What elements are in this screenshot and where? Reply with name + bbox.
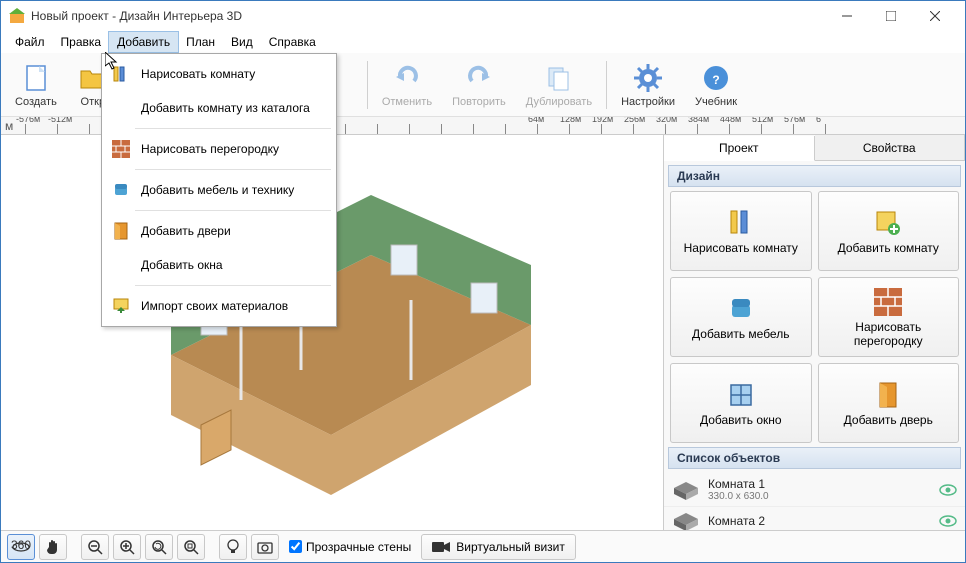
pan-button[interactable]	[39, 534, 67, 560]
add-door-button[interactable]: Добавить дверь	[818, 363, 960, 443]
brick-wall-icon	[872, 286, 904, 318]
menu-item-label: Импорт своих материалов	[141, 299, 288, 313]
toolbar-separator	[367, 61, 368, 109]
armchair-icon	[725, 293, 757, 325]
menubar: Файл Правка Добавить План Вид Справка	[1, 31, 965, 53]
transparent-walls-input[interactable]	[289, 540, 302, 553]
bottom-toolbar: 360 Прозрачные стены Виртуальный визит	[1, 530, 965, 562]
undo-button[interactable]: Отменить	[372, 58, 442, 112]
menu-help[interactable]: Справка	[261, 32, 324, 52]
menu-plan[interactable]: План	[178, 32, 223, 52]
tutorial-button[interactable]: ? Учебник	[685, 58, 747, 112]
minimize-button[interactable]	[825, 1, 869, 31]
hand-icon	[45, 539, 61, 555]
menu-item-add-windows[interactable]: Добавить окна	[105, 248, 333, 282]
menu-edit[interactable]: Правка	[53, 32, 110, 52]
rotate-360-icon: 360	[11, 539, 31, 555]
zoom-fit-icon	[183, 539, 199, 555]
menu-item-draw-partition[interactable]: Нарисовать перегородку	[105, 132, 333, 166]
menu-separator	[135, 210, 331, 211]
video-camera-icon	[432, 540, 450, 554]
zoom-in-button[interactable]	[113, 534, 141, 560]
toolbar-separator	[606, 61, 607, 109]
object-row[interactable]: Комната 2	[664, 507, 965, 530]
transparent-walls-checkbox[interactable]: Прозрачные стены	[289, 540, 411, 554]
menu-separator	[135, 128, 331, 129]
add-window-button[interactable]: Добавить окно	[670, 363, 812, 443]
lighting-button[interactable]	[219, 534, 247, 560]
draw-room-button[interactable]: Нарисовать комнату	[670, 191, 812, 271]
titlebar: Новый проект - Дизайн Интерьера 3D	[1, 1, 965, 31]
menu-separator	[135, 285, 331, 286]
menu-item-label: Нарисовать комнату	[141, 67, 255, 81]
duplicate-button[interactable]: Дублировать	[516, 58, 602, 112]
tab-project[interactable]: Проект	[664, 136, 815, 161]
door-icon	[111, 221, 131, 241]
lightbulb-icon	[226, 539, 240, 555]
zoom-out-button[interactable]	[81, 534, 109, 560]
duplicate-icon	[543, 62, 575, 94]
visibility-toggle-icon[interactable]	[939, 484, 957, 496]
pencil-ruler-icon	[111, 64, 131, 84]
add-room-button[interactable]: Добавить комнату	[818, 191, 960, 271]
window-title: Новый проект - Дизайн Интерьера 3D	[31, 9, 825, 23]
menu-item-add-room-catalog[interactable]: Добавить комнату из каталога	[105, 91, 333, 125]
redo-icon	[463, 62, 495, 94]
menu-item-import-materials[interactable]: Импорт своих материалов	[105, 289, 333, 323]
menu-add[interactable]: Добавить	[109, 32, 178, 52]
menu-view[interactable]: Вид	[223, 32, 261, 52]
zoom-out-icon	[87, 539, 103, 555]
room-3d-icon	[672, 480, 700, 500]
section-design-header: Дизайн	[668, 165, 961, 187]
help-icon: ?	[700, 62, 732, 94]
add-dropdown-menu: Нарисовать комнату Добавить комнату из к…	[101, 53, 337, 327]
menu-item-label: Добавить двери	[141, 224, 231, 238]
svg-text:?: ?	[712, 73, 719, 87]
menu-item-draw-room[interactable]: Нарисовать комнату	[105, 57, 333, 91]
create-button[interactable]: Создать	[5, 58, 67, 112]
camera-icon	[257, 540, 273, 554]
right-panel: Проект Свойства Дизайн Нарисовать комнат…	[663, 135, 965, 530]
draw-partition-button[interactable]: Нарисовать перегородку	[818, 277, 960, 357]
menu-separator	[135, 169, 331, 170]
pencil-ruler-icon	[725, 207, 757, 239]
room-3d-icon	[672, 511, 700, 530]
app-icon	[9, 8, 25, 24]
menu-file[interactable]: Файл	[7, 32, 53, 52]
settings-button[interactable]: Настройки	[611, 58, 685, 112]
window-icon	[725, 379, 757, 411]
import-icon	[111, 296, 131, 316]
redo-button[interactable]: Повторить	[442, 58, 516, 112]
new-file-icon	[20, 62, 52, 94]
undo-icon	[391, 62, 423, 94]
room-plus-icon	[872, 207, 904, 239]
menu-item-add-doors[interactable]: Добавить двери	[105, 214, 333, 248]
zoom-fit-button[interactable]	[177, 534, 205, 560]
gear-icon	[632, 62, 664, 94]
zoom-in-icon	[119, 539, 135, 555]
view-360-button[interactable]: 360	[7, 534, 35, 560]
svg-text:360: 360	[11, 539, 31, 552]
screenshot-button[interactable]	[251, 534, 279, 560]
object-row[interactable]: Комната 1 330.0 x 630.0	[664, 473, 965, 507]
visibility-toggle-icon[interactable]	[939, 515, 957, 527]
close-button[interactable]	[913, 1, 957, 31]
menu-item-label: Нарисовать перегородку	[141, 142, 279, 156]
zoom-refresh-icon	[151, 539, 167, 555]
virtual-visit-button[interactable]: Виртуальный визит	[421, 534, 576, 560]
menu-item-label: Добавить комнату из каталога	[141, 101, 310, 115]
menu-item-label: Добавить окна	[141, 258, 223, 272]
zoom-reset-button[interactable]	[145, 534, 173, 560]
add-furniture-button[interactable]: Добавить мебель	[670, 277, 812, 357]
brick-wall-icon	[111, 139, 131, 159]
maximize-button[interactable]	[869, 1, 913, 31]
section-objects-header: Список объектов	[668, 447, 961, 469]
armchair-icon	[111, 180, 131, 200]
menu-item-label: Добавить мебель и технику	[141, 183, 294, 197]
tab-properties[interactable]: Свойства	[815, 135, 966, 160]
menu-item-add-furniture[interactable]: Добавить мебель и технику	[105, 173, 333, 207]
door-icon	[872, 379, 904, 411]
